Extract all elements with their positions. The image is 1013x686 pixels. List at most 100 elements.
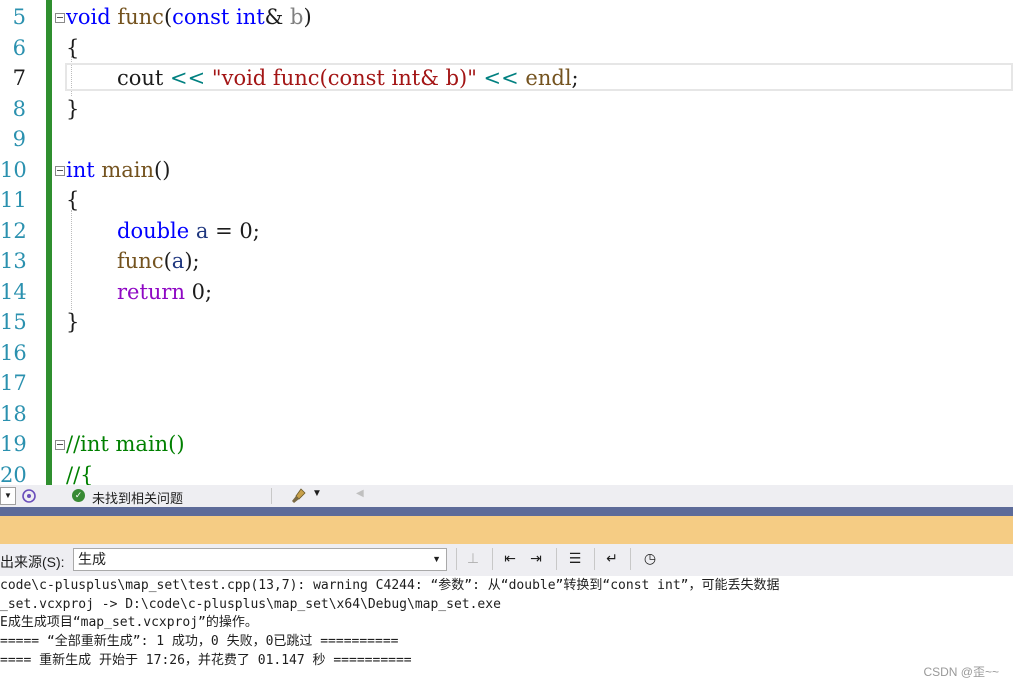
indent-guide — [71, 210, 72, 310]
keyword-token: const — [172, 5, 230, 29]
scroll-left-icon[interactable]: ◀ — [356, 488, 364, 499]
output-window: 出来源(S): 生成 ▼ ⊥ ⇤ ⇥ ☰ ↵ ◷ code\c-plusplus… — [0, 544, 1013, 686]
output-text-area[interactable]: code\c-plusplus\map_set\test.cpp(13,7): … — [0, 576, 1013, 686]
code-line-12[interactable]: double a = 0; — [117, 216, 260, 246]
paren-token: ( — [163, 249, 172, 273]
paren-token: ) — [303, 5, 312, 29]
semicolon-token: ; — [205, 280, 213, 304]
line-number: 19 — [0, 432, 27, 456]
word-wrap-icon[interactable]: ↵ — [602, 549, 622, 569]
toolbar-divider — [630, 548, 631, 570]
output-source-value: 生成 — [78, 551, 106, 567]
chevron-down-icon[interactable]: ▼ — [312, 488, 322, 499]
number-token: 0 — [239, 219, 253, 243]
line-number: 8 — [12, 97, 26, 121]
line-number: 17 — [0, 371, 27, 395]
semicolon-token: ; — [252, 219, 260, 243]
paren-token: () — [154, 158, 171, 182]
output-line: ===== “全部重新生成”: 1 成功，0 失败，0已跳过 =========… — [0, 634, 399, 649]
paren-token: ( — [163, 5, 173, 29]
clear-all-icon[interactable]: ☰ — [565, 549, 585, 569]
number-token: 0 — [185, 280, 206, 304]
line-number: 13 — [0, 249, 27, 273]
operator-token: << — [476, 66, 526, 90]
editor-status-strip: ▼ ✓ 未找到相关问题 ▼ ◀ — [0, 485, 1013, 507]
find-message-icon[interactable]: ⊥ — [463, 549, 483, 569]
line-number: 14 — [0, 280, 27, 304]
param-token: b — [283, 5, 304, 29]
collapse-icon[interactable] — [55, 13, 65, 23]
keyword-token: int — [229, 5, 265, 29]
line-number: 16 — [0, 341, 27, 365]
semicolon-token: ; — [192, 249, 200, 273]
line-number: 11 — [0, 188, 27, 212]
line-number: 6 — [12, 36, 26, 60]
code-line-20[interactable]: //{ — [66, 460, 94, 485]
operator-token: << — [163, 66, 212, 90]
output-panel-title-bar — [0, 516, 1013, 544]
code-line-11[interactable]: { — [66, 185, 79, 215]
watermark: CSDN @歪~~ — [923, 665, 999, 679]
code-line-10[interactable]: int main() — [66, 155, 170, 185]
toolbar-divider — [594, 548, 595, 570]
code-line-19[interactable]: //int main() — [66, 429, 185, 459]
status-divider — [271, 488, 272, 504]
semicolon-token: ; — [571, 66, 579, 90]
line-number: 9 — [12, 127, 26, 151]
toolbar-divider — [492, 548, 493, 570]
line-number: 10 — [0, 158, 27, 182]
identifier-token: cout — [117, 66, 164, 90]
function-token: func — [110, 5, 164, 29]
keyword-token: int — [66, 158, 95, 182]
line-number-current: 7 — [12, 66, 26, 90]
output-source-select[interactable]: 生成 ▼ — [73, 548, 447, 571]
ampersand-token: & — [264, 5, 284, 29]
operator-token: = — [208, 219, 240, 243]
code-cleanup-icon[interactable] — [290, 487, 308, 505]
output-source-label: 出来源(S): — [0, 554, 65, 570]
line-number: 5 — [12, 5, 26, 29]
previous-message-icon[interactable]: ⇤ — [500, 549, 520, 569]
line-number: 12 — [0, 219, 27, 243]
string-token: "void func(const int& b)" — [211, 66, 477, 90]
line-number: 20 — [0, 463, 27, 485]
code-line-5[interactable]: void func(const int& b) — [66, 2, 312, 32]
keyword-token: void — [66, 5, 111, 29]
code-line-14[interactable]: return 0; — [117, 277, 212, 307]
output-line: ==== 重新生成 开始于 17:26，并花费了 01.147 秒 ======… — [0, 653, 412, 668]
code-line-7[interactable]: cout << "void func(const int& b)" << end… — [117, 63, 579, 93]
toolbar-divider — [556, 548, 557, 570]
code-line-6[interactable]: { — [66, 33, 79, 63]
function-token: func — [117, 249, 164, 273]
code-line-8[interactable]: } — [66, 94, 79, 124]
chevron-down-icon: ▼ — [432, 554, 441, 564]
collapse-icon[interactable] — [55, 166, 65, 176]
output-line: code\c-plusplus\map_set\test.cpp(13,7): … — [0, 578, 780, 593]
output-line: _set.vcxproj -> D:\code\c-plusplus\map_s… — [0, 597, 501, 612]
output-toolbar: 出来源(S): 生成 ▼ ⊥ ⇤ ⇥ ☰ ↵ ◷ — [0, 544, 1013, 576]
identifier-token: endl — [525, 66, 572, 90]
panel-divider-bar — [0, 507, 1013, 516]
variable-token: a — [171, 249, 185, 273]
function-token: main — [94, 158, 155, 182]
change-tracking-bar — [46, 0, 52, 485]
intellicode-icon[interactable] — [20, 487, 38, 505]
paren-token: ) — [184, 249, 193, 273]
line-number: 18 — [0, 402, 27, 426]
code-line-13[interactable]: func(a); — [117, 246, 200, 276]
checkmark-icon: ✓ — [72, 489, 85, 502]
zoom-dropdown[interactable]: ▼ — [0, 487, 16, 505]
next-message-icon[interactable]: ⇥ — [526, 549, 546, 569]
code-editor[interactable]: 5 6 7 8 9 10 11 12 13 14 15 16 17 18 19 … — [0, 0, 1013, 485]
keyword-token: return — [117, 280, 185, 304]
clock-icon[interactable]: ◷ — [640, 549, 660, 569]
output-line: E成生成项目“map_set.vcxproj”的操作。 — [0, 615, 258, 630]
issues-status-text[interactable]: 未找到相关问题 — [92, 488, 183, 507]
variable-token: a — [189, 219, 209, 243]
code-line-15[interactable]: } — [66, 307, 79, 337]
keyword-token: double — [117, 219, 190, 243]
collapse-icon[interactable] — [55, 440, 65, 450]
line-number: 15 — [0, 310, 27, 334]
toolbar-divider — [456, 548, 457, 570]
line-number-gutter: 5 6 7 8 9 10 11 12 13 14 15 16 17 18 19 … — [0, 0, 46, 485]
